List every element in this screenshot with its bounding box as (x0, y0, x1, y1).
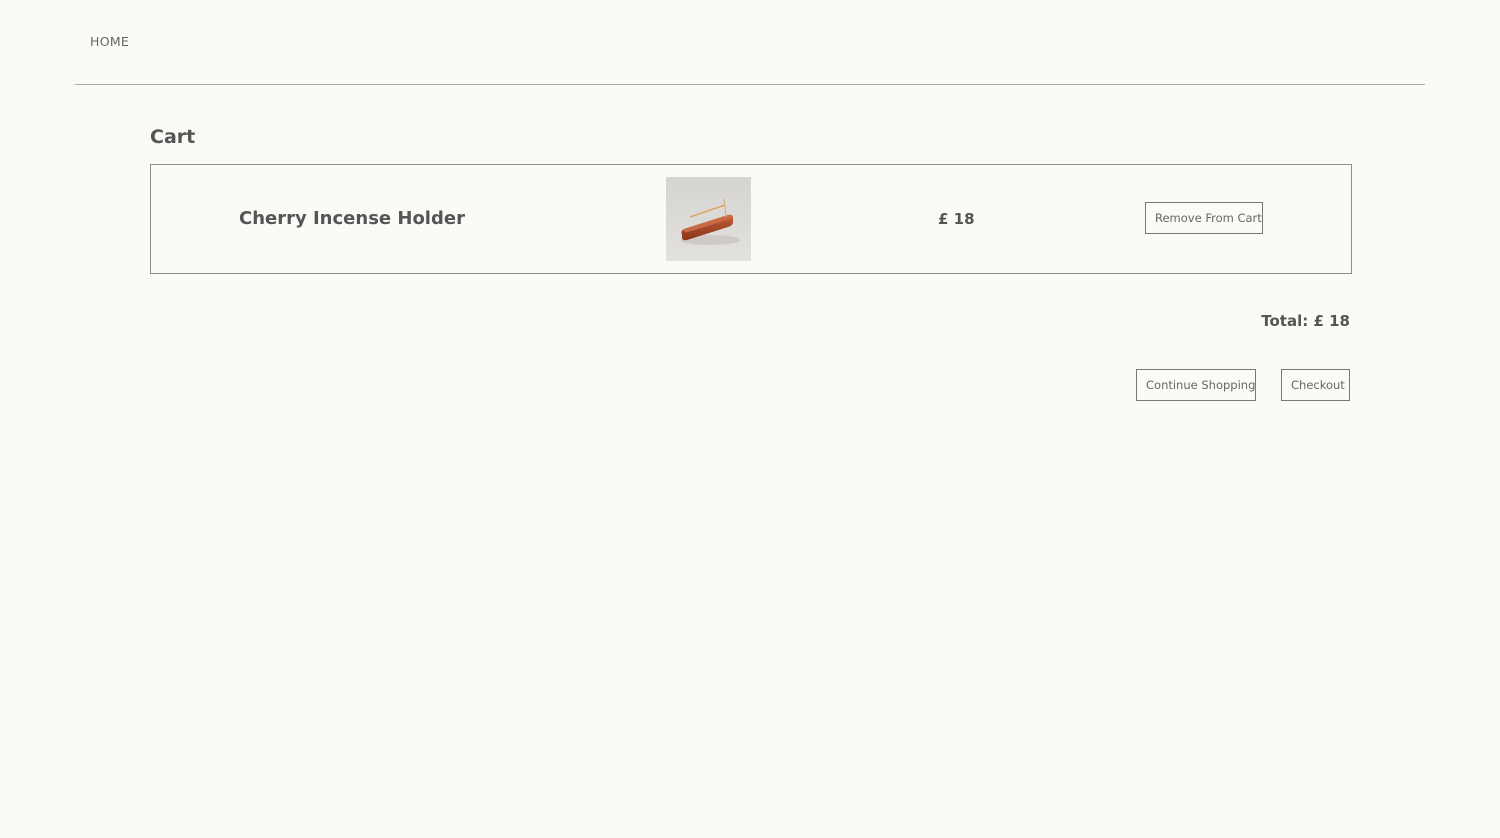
incense-holder-image (666, 177, 751, 261)
product-image[interactable] (666, 177, 751, 261)
checkout-button[interactable]: Checkout (1281, 369, 1350, 401)
cart-item: Cherry Incense Holder £ 18 Remove From C… (150, 164, 1352, 274)
continue-shopping-button[interactable]: Continue Shopping (1136, 369, 1256, 401)
item-name: Cherry Incense Holder (239, 208, 465, 229)
cart-page: HOME Cart Cherry Incense Holder £ 18 Rem… (0, 0, 1500, 838)
page-title: Cart (150, 126, 196, 148)
nav-home-link[interactable]: HOME (90, 34, 129, 49)
cart-total: Total: £ 18 (1261, 312, 1350, 330)
header-divider (75, 84, 1425, 85)
remove-from-cart-button[interactable]: Remove From Cart (1145, 202, 1263, 234)
item-price: £ 18 (938, 210, 975, 228)
